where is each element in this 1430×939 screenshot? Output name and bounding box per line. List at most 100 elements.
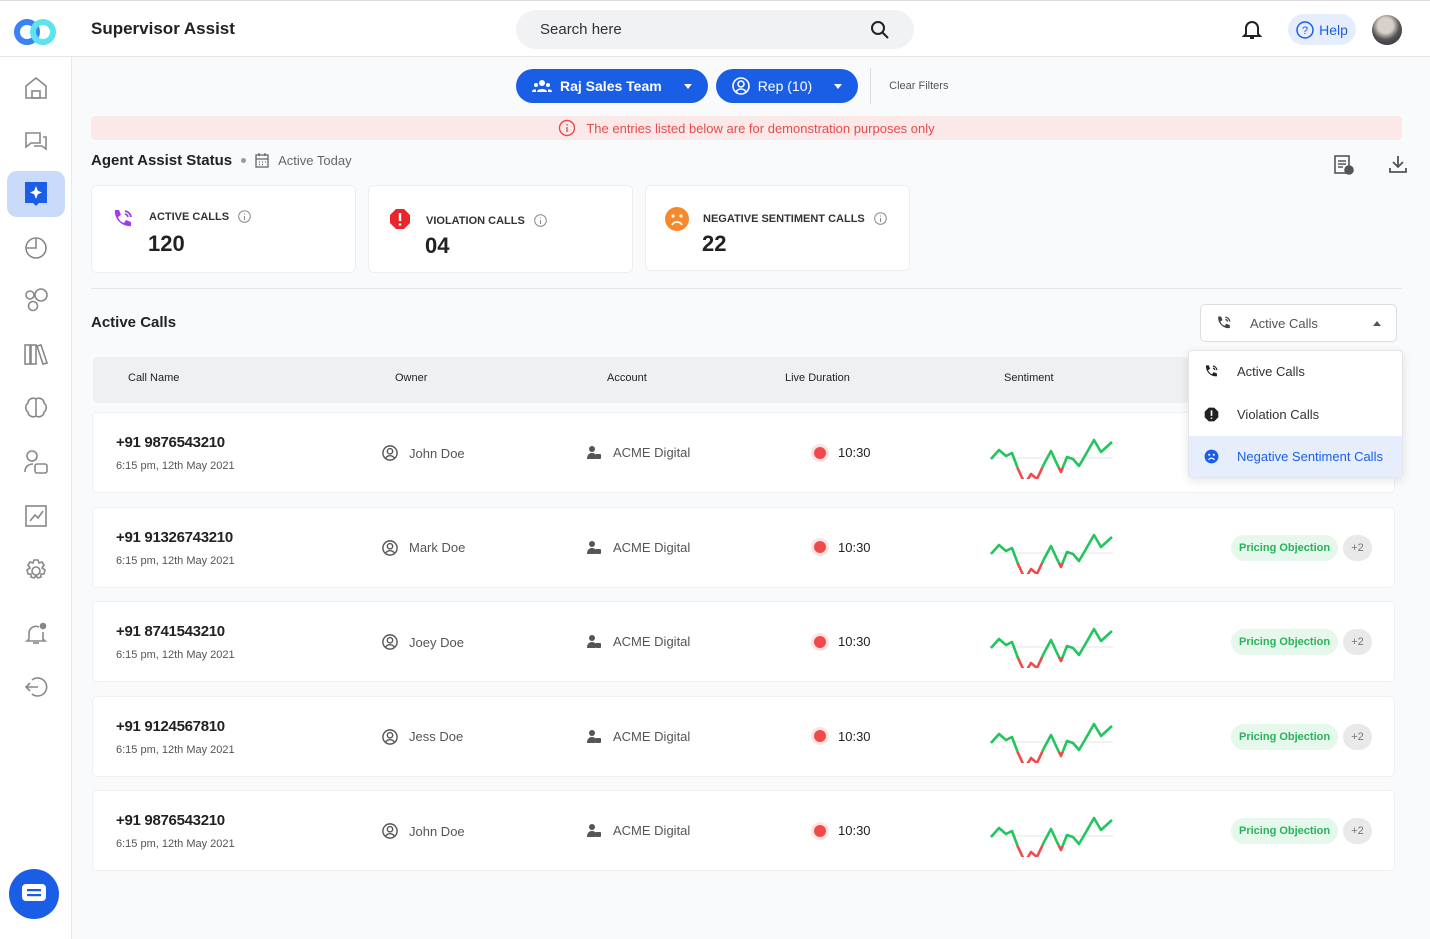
menu-item-negative-sentiment-calls[interactable]: Negative Sentiment Calls — [1189, 436, 1402, 477]
sparkline-positive — [990, 438, 1113, 468]
account-icon — [587, 635, 601, 648]
chat-support-button[interactable] — [9, 869, 59, 919]
table-row[interactable]: +91 8741543210 6:15 pm, 12th May 2021 Jo… — [92, 601, 1395, 682]
menu-item-active-calls[interactable]: Active Calls — [1189, 351, 1402, 392]
gear-icon — [26, 559, 46, 579]
more-tags-badge[interactable]: +2 — [1343, 818, 1372, 844]
card-label: NEGATIVE SENTIMENT CALLS — [703, 212, 887, 225]
sad-face-icon — [665, 207, 689, 231]
call-number: +91 9876543210 — [116, 434, 225, 451]
sidebar-item-reports[interactable] — [7, 224, 65, 270]
filter-bar: Raj Sales Team Rep (10) Clear Filters — [516, 68, 948, 104]
live-duration: 10:30 — [814, 634, 871, 649]
user-circle-icon — [382, 445, 398, 461]
banner-text: The entries listed below are for demonst… — [586, 120, 935, 136]
more-tags-badge[interactable]: +2 — [1343, 534, 1372, 561]
call-time: 6:15 pm, 12th May 2021 — [116, 743, 235, 756]
live-duration: 10:30 — [814, 823, 871, 838]
topic-tag[interactable]: Pricing Objection — [1231, 723, 1339, 750]
negative-sentiment-card[interactable]: NEGATIVE SENTIMENT CALLS 22 — [645, 185, 910, 271]
sidebar-item-agent-assist[interactable] — [7, 171, 65, 217]
account-icon — [587, 540, 601, 554]
table-row[interactable]: +91 91326743210 6:15 pm, 12th May 2021 M… — [92, 506, 1395, 588]
info-icon[interactable] — [873, 212, 887, 225]
rep-filter-dropdown[interactable]: Rep (10) — [715, 69, 859, 103]
account-cell: ACME Digital — [587, 823, 690, 838]
download-icon[interactable] — [1388, 154, 1408, 174]
account-cell: ACME Digital — [587, 445, 690, 460]
table-row[interactable]: +91 9876543210 6:15 pm, 12th May 2021 Jo… — [92, 790, 1395, 871]
active-calls-card[interactable]: ACTIVE CALLS 120 — [91, 185, 356, 273]
divider — [870, 68, 872, 104]
help-label: Help — [1319, 21, 1348, 38]
call-time: 6:15 pm, 12th May 2021 — [116, 838, 235, 850]
more-tags-badge[interactable]: +2 — [1343, 629, 1372, 655]
live-dot-icon — [814, 635, 826, 648]
sidebar-item-settings[interactable] — [7, 548, 65, 594]
more-tags-badge[interactable]: +2 — [1343, 723, 1372, 750]
phone-ringing-icon — [1218, 316, 1231, 329]
sidebar-item-users[interactable] — [7, 439, 65, 485]
live-duration: 10:30 — [814, 729, 871, 744]
sidebar-item-groups[interactable] — [7, 277, 65, 323]
bell-icon[interactable] — [1240, 17, 1264, 41]
topic-tag[interactable]: Pricing Objection — [1231, 534, 1339, 561]
sidebar-item-home[interactable] — [7, 65, 65, 111]
sidebar-item-analytics[interactable] — [7, 493, 65, 539]
sentiment-sparkline — [989, 816, 1113, 857]
report-schedule-icon[interactable] — [1333, 154, 1355, 176]
team-filter-dropdown[interactable]: Raj Sales Team — [516, 69, 708, 103]
top-bar: Supervisor Assist Search here ? Help — [0, 0, 1430, 57]
search-placeholder: Search here — [540, 21, 622, 38]
user-circle-icon — [382, 823, 398, 839]
info-icon[interactable] — [533, 214, 547, 227]
search-icon[interactable] — [870, 20, 890, 40]
agent-assist-icon — [25, 182, 47, 206]
brain-icon — [24, 397, 48, 418]
info-icon[interactable] — [238, 210, 251, 223]
sparkline-negative — [1016, 751, 1065, 763]
card-label: ACTIVE CALLS — [149, 210, 251, 223]
search-input[interactable]: Search here — [516, 10, 914, 49]
card-label: VIOLATION CALLS — [426, 214, 547, 227]
sidebar-item-library[interactable] — [7, 331, 65, 377]
sparkline-negative — [1016, 657, 1065, 668]
chevron-up-icon — [1373, 320, 1381, 326]
user-briefcase-icon — [24, 450, 48, 474]
call-time: 6:15 pm, 12th May 2021 — [116, 460, 235, 472]
sidebar-item-conversations[interactable] — [7, 118, 65, 164]
team-icon — [532, 80, 552, 92]
sparkline-positive — [990, 816, 1113, 846]
bell-alert-icon — [25, 622, 47, 644]
call-time: 6:15 pm, 12th May 2021 — [116, 649, 235, 661]
phone-ringing-icon — [114, 210, 132, 227]
sidebar-item-logout[interactable] — [7, 664, 65, 710]
card-value: 04 — [425, 233, 450, 258]
call-type-select[interactable]: Active Calls — [1200, 304, 1397, 342]
info-icon — [559, 119, 576, 137]
user-circle-icon — [731, 77, 750, 95]
topic-tag[interactable]: Pricing Objection — [1231, 629, 1339, 655]
chevron-down-icon — [834, 83, 843, 89]
table-row[interactable]: +91 9124567810 6:15 pm, 12th May 2021 Je… — [92, 695, 1395, 777]
owner-cell: Jess Doe — [382, 728, 463, 745]
sidebar-item-ai[interactable] — [7, 385, 65, 431]
sidebar-item-alerts[interactable] — [7, 610, 65, 656]
separator-dot — [241, 158, 247, 163]
help-button[interactable]: ? Help — [1288, 14, 1356, 45]
sparkline-negative — [1016, 468, 1065, 479]
owner-cell: Joey Doe — [382, 634, 464, 650]
call-number: +91 9876543210 — [116, 812, 225, 829]
menu-item-violation-calls[interactable]: Violation Calls — [1189, 394, 1402, 435]
live-dot-icon — [814, 824, 826, 837]
svg-text:?: ? — [1302, 25, 1308, 37]
sentiment-sparkline — [989, 722, 1113, 763]
topic-tag[interactable]: Pricing Objection — [1231, 818, 1339, 844]
avatar[interactable] — [1372, 15, 1402, 45]
violation-calls-card[interactable]: VIOLATION CALLS 04 — [368, 185, 633, 273]
account-icon — [587, 824, 601, 837]
user-circle-icon — [382, 728, 398, 745]
agent-assist-status: Agent Assist Status Active Today — [91, 152, 352, 169]
sparkline-positive — [990, 533, 1113, 563]
clear-filters-link[interactable]: Clear Filters — [889, 80, 948, 92]
